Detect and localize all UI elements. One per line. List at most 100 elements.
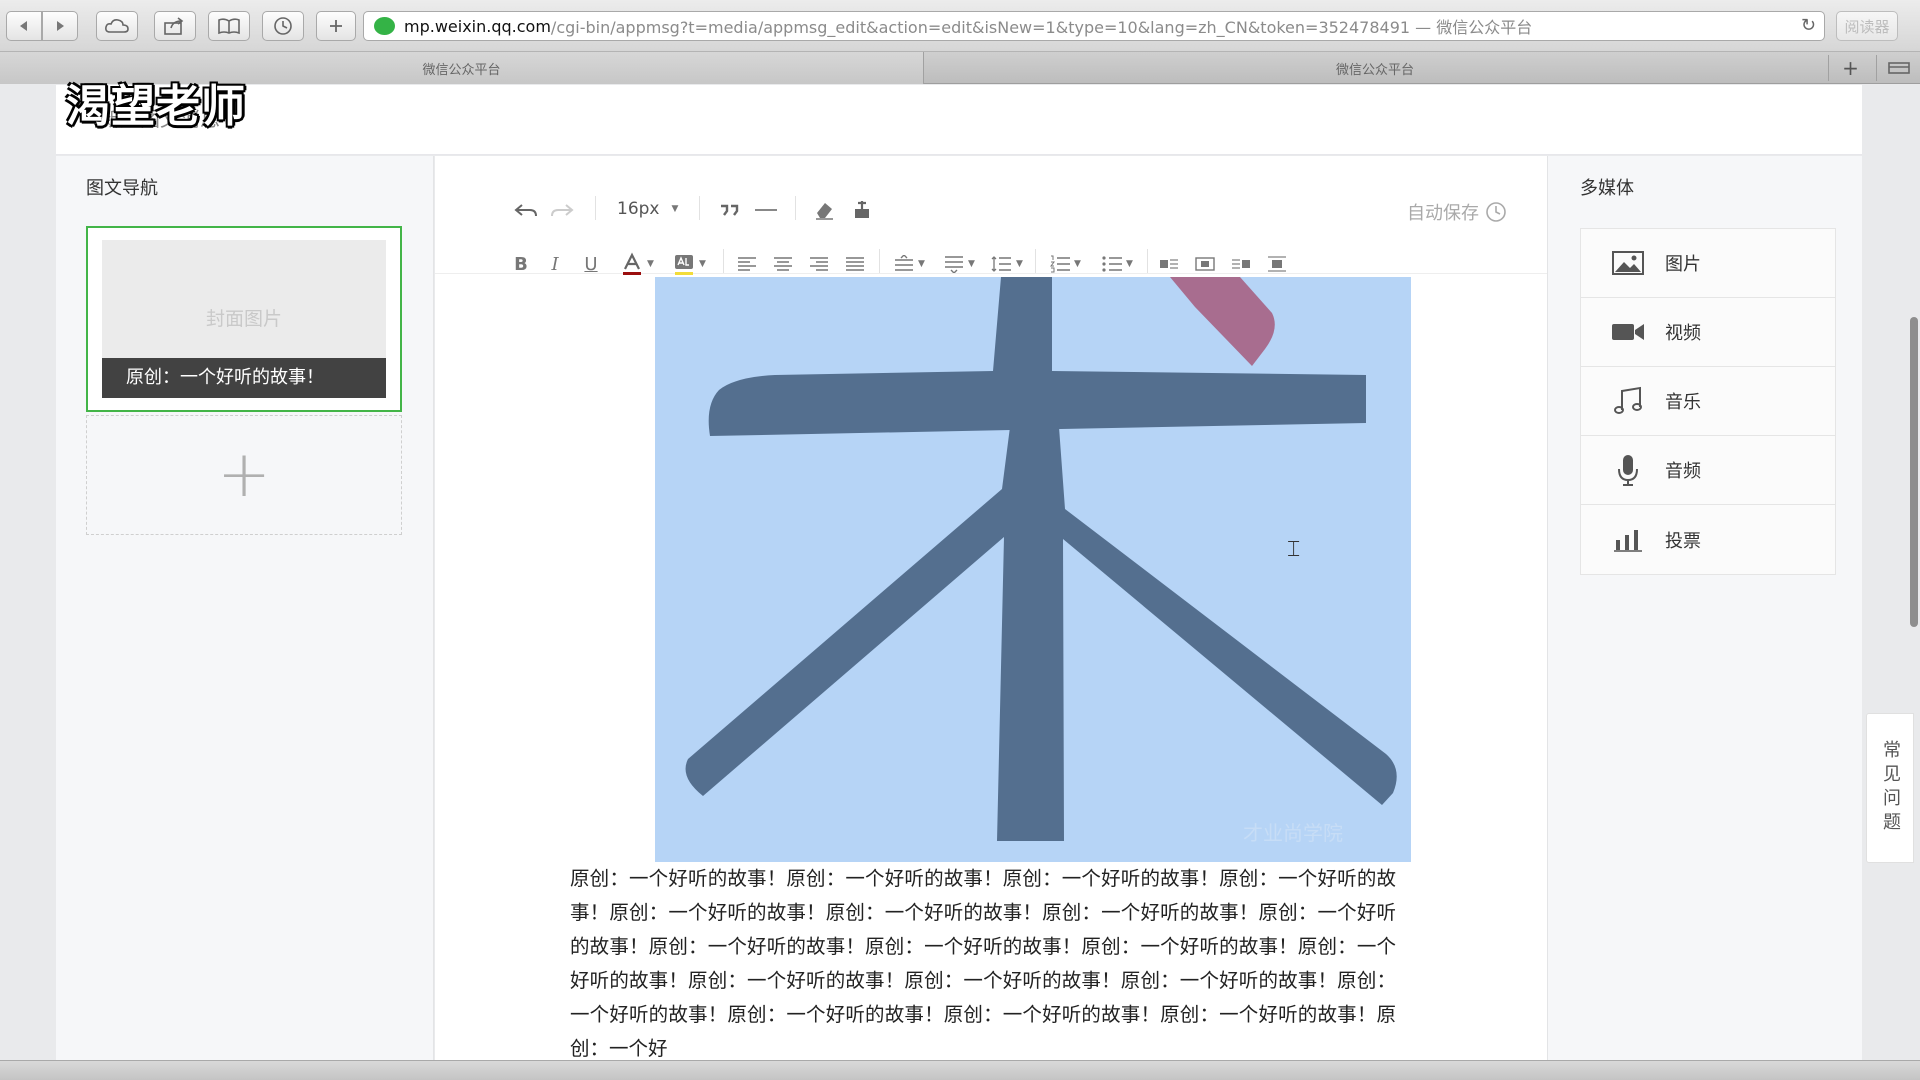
unordered-list-button[interactable]: ▼ (1095, 251, 1139, 277)
italic-button[interactable]: I (543, 251, 567, 277)
page-scrollbar[interactable] (1910, 317, 1918, 627)
article-body-text[interactable]: 原创：一个好听的故事！原创：一个好听的故事！原创：一个好听的故事！原创：一个好听… (570, 862, 1396, 1066)
reader-button[interactable]: 阅读器 (1836, 11, 1898, 41)
cover-image-area[interactable]: 封面图片 原创：一个好听的故事！ (102, 240, 386, 398)
video-watermark-text: 渴望老师 (66, 81, 246, 132)
line-height-icon (991, 256, 1012, 272)
chevron-down-icon: ▼ (1126, 259, 1133, 269)
blockquote-button[interactable] (715, 197, 745, 223)
wechat-site-icon (374, 17, 395, 35)
paragraph-spacing-before-button[interactable]: ▼ (887, 251, 931, 277)
text-cursor-icon: ⌶ (1287, 537, 1301, 562)
horizontal-rule-button[interactable] (751, 197, 781, 223)
back-icon (20, 21, 27, 31)
center-image-icon (1268, 256, 1286, 272)
spacing-before-icon (895, 255, 914, 271)
page-header: 新建图文消息 (56, 85, 1862, 155)
toolbar-separator (879, 249, 880, 273)
cover-placeholder: 封面图片 (205, 308, 282, 330)
redo-button[interactable] (547, 197, 577, 223)
media-item-image[interactable]: 图片 (1581, 229, 1835, 298)
paragraph-spacing-after-button[interactable]: ▼ (937, 251, 981, 277)
image-float-left-button[interactable] (1155, 251, 1183, 277)
article-navigation-panel: 图文导航 封面图片 原创：一个好听的故事！ + (56, 156, 434, 1060)
float-left-icon (1160, 259, 1178, 269)
faq-label: 常见问题 (1880, 740, 1901, 836)
float-right-icon (1232, 259, 1250, 269)
media-item-label: 投票 (1665, 530, 1701, 552)
align-center-button[interactable] (769, 251, 797, 277)
image-inline-button[interactable] (1191, 251, 1219, 277)
clock-icon (1486, 202, 1506, 222)
line-height-button[interactable]: ▼ (985, 251, 1029, 277)
article-image[interactable]: 才业尚学院 ⌶ (655, 277, 1411, 862)
align-right-button[interactable] (805, 251, 833, 277)
chinese-character-graphic (685, 277, 1397, 841)
font-color-button[interactable]: ▼ (615, 251, 659, 277)
media-item-music[interactable]: 音乐 (1581, 367, 1835, 436)
book-icon (218, 18, 240, 35)
media-item-label: 音频 (1665, 461, 1701, 482)
forward-button[interactable] (42, 11, 78, 41)
autosave-label: 自动保存 (1407, 203, 1479, 224)
format-painter-button[interactable] (847, 197, 877, 223)
image-float-right-button[interactable] (1227, 251, 1255, 277)
redo-icon (551, 204, 574, 217)
horizontal-rule-icon (755, 209, 777, 211)
back-button[interactable] (6, 11, 42, 41)
toolbar-separator (795, 196, 796, 220)
new-tab-button[interactable]: + (1828, 55, 1872, 81)
bookmarks-button[interactable] (208, 11, 250, 41)
chevron-down-icon: ▼ (918, 259, 925, 269)
article-card[interactable]: 封面图片 原创：一个好听的故事！ (86, 226, 402, 412)
media-item-audio[interactable]: 音频 (1581, 436, 1835, 505)
image-center-button[interactable] (1263, 251, 1291, 277)
align-justify-button[interactable] (841, 251, 869, 277)
tab-overview-button[interactable] (1876, 55, 1920, 81)
media-item-label: 音乐 (1665, 392, 1701, 413)
eraser-icon (816, 203, 833, 220)
underline-button[interactable]: U (579, 251, 603, 277)
media-item-video[interactable]: 视频 (1581, 298, 1835, 367)
cloud-icon (105, 19, 129, 33)
eraser-button[interactable] (809, 197, 839, 223)
font-size-select[interactable]: 16px ▼ (617, 199, 678, 219)
multimedia-panel: 多媒体 图片 视频 音乐 音频 投票 (1547, 156, 1862, 1060)
media-item-poll[interactable]: 投票 (1581, 505, 1835, 574)
url-path: /cgi-bin/appmsg?t=media/appmsg_edit&acti… (550, 18, 1533, 37)
background-color-button[interactable]: ▼ (667, 251, 711, 277)
align-left-button[interactable] (733, 251, 761, 277)
autosave-status: 自动保存 (1407, 199, 1507, 225)
bold-button[interactable]: B (509, 251, 533, 277)
poll-icon (1611, 525, 1645, 555)
browser-status-bar (0, 1060, 1920, 1080)
undo-button[interactable] (511, 197, 541, 223)
tab-wechat-2[interactable]: 微信公众平台 (925, 52, 1825, 84)
toolbar-separator (723, 249, 724, 273)
unordered-list-icon (1102, 256, 1123, 272)
add-bookmark-button[interactable] (316, 11, 356, 41)
article-card-title: 原创：一个好听的故事！ (102, 358, 386, 398)
music-icon (1611, 386, 1645, 416)
share-button[interactable] (154, 11, 196, 41)
align-right-icon (810, 257, 828, 271)
video-icon (1611, 317, 1645, 347)
faq-button[interactable]: 常见问题 (1866, 713, 1914, 863)
microphone-icon (1611, 455, 1645, 486)
font-size-value: 16px (617, 199, 660, 219)
add-article-button[interactable]: + (86, 415, 402, 535)
page: 新建图文消息 图文导航 封面图片 原创：一个好听的故事！ + 16px ▼ 自动… (0, 85, 1920, 1060)
address-bar[interactable]: mp.weixin.qq.com/cgi-bin/appmsg?t=media/… (363, 11, 1825, 41)
format-toolbar: 16px ▼ 自动保存 B I U ▼ ▼ ▼ ▼ ▼ ▼ ▼ (435, 156, 1547, 277)
icloud-button[interactable] (96, 11, 138, 41)
ordered-list-button[interactable]: ▼ (1043, 251, 1087, 277)
chevron-down-icon: ▼ (968, 259, 975, 269)
history-button[interactable] (262, 11, 304, 41)
article-navigation-title: 图文导航 (86, 178, 158, 199)
image-watermark: 才业尚学院 (1243, 821, 1343, 845)
ordered-list-icon (1050, 255, 1071, 273)
plus-icon (330, 20, 342, 32)
url-host: mp.weixin.qq.com (404, 16, 551, 36)
quote-icon (721, 204, 739, 216)
reload-icon[interactable]: ↻ (1801, 15, 1816, 36)
